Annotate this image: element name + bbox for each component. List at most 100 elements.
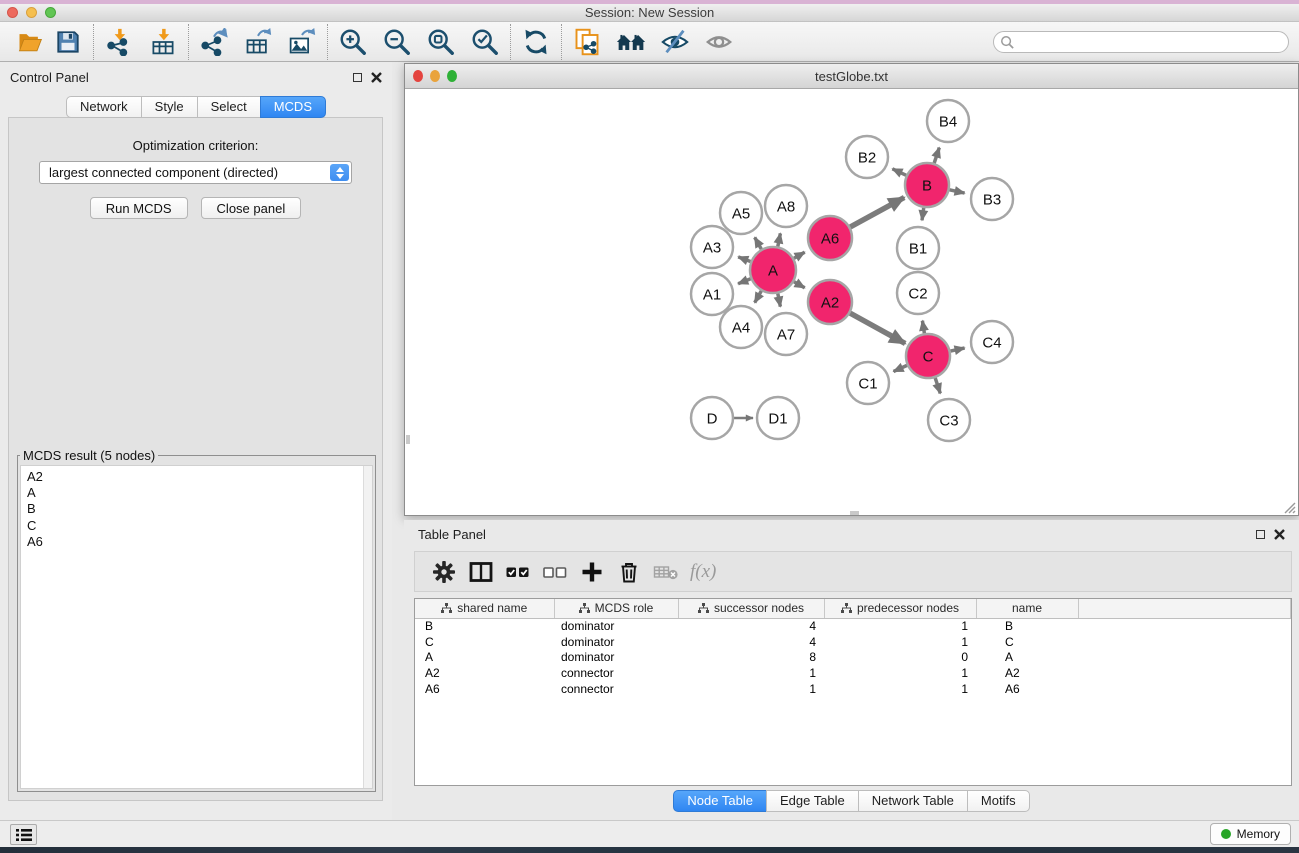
table-cell[interactable]: 8 — [678, 650, 824, 666]
table-cell[interactable]: B — [976, 618, 1078, 634]
table-cell[interactable]: A — [976, 650, 1078, 666]
minimize-network-button[interactable] — [430, 70, 440, 82]
mcds-result-item[interactable]: C — [21, 518, 372, 534]
edge-A-A1[interactable] — [738, 279, 751, 284]
table-cell[interactable]: 4 — [678, 618, 824, 634]
edge-C-C2[interactable] — [922, 321, 924, 334]
close-window-button[interactable] — [7, 7, 18, 18]
mcds-result-item[interactable]: B — [21, 501, 372, 517]
duplicate-network-icon[interactable] — [571, 25, 603, 59]
table-cell[interactable]: dominator — [554, 650, 678, 666]
task-history-button[interactable] — [10, 824, 37, 845]
table-cell[interactable]: C — [415, 634, 554, 650]
table-cell[interactable]: 1 — [678, 665, 824, 681]
import-table-icon[interactable] — [147, 25, 179, 59]
column-header-shared-name[interactable]: shared name — [415, 599, 554, 618]
table-cell[interactable]: 1 — [678, 681, 824, 697]
edge-A2-C[interactable] — [850, 313, 905, 343]
mcds-result-item[interactable]: A2 — [21, 469, 372, 485]
close-panel-button[interactable]: Close panel — [201, 197, 302, 219]
table-cell[interactable]: A2 — [415, 665, 554, 681]
tab-mcds[interactable]: MCDS — [260, 96, 326, 118]
edge-A-A7[interactable] — [778, 294, 781, 307]
tab-node-table[interactable]: Node Table — [673, 790, 767, 812]
column-header-mcds-role[interactable]: MCDS role — [554, 599, 678, 618]
refresh-icon[interactable] — [520, 25, 552, 59]
table-row[interactable]: A6connector11A6 — [415, 681, 1291, 697]
table-cell[interactable]: A6 — [415, 681, 554, 697]
close-network-button[interactable] — [413, 70, 423, 82]
column-layout-icon[interactable] — [462, 555, 499, 589]
list-scrollbar[interactable] — [363, 466, 372, 788]
show-graphics-icon[interactable] — [703, 25, 735, 59]
mcds-result-list[interactable]: A2ABCA6 — [20, 465, 373, 789]
edge-B-B2[interactable] — [892, 169, 906, 176]
table-row[interactable]: Bdominator41B — [415, 618, 1291, 634]
resize-grip-icon[interactable] — [1282, 500, 1296, 514]
mcds-result-item[interactable]: A6 — [21, 534, 372, 550]
save-icon[interactable] — [52, 25, 84, 59]
minimize-window-button[interactable] — [26, 7, 37, 18]
table-cell[interactable]: C — [976, 634, 1078, 650]
table-cell[interactable]: B — [415, 618, 554, 634]
zoom-in-icon[interactable] — [337, 25, 369, 59]
table-cell[interactable]: 1 — [824, 665, 976, 681]
memory-button[interactable]: Memory — [1210, 823, 1291, 845]
tab-select[interactable]: Select — [197, 96, 261, 118]
zoom-out-icon[interactable] — [381, 25, 413, 59]
table-cell[interactable]: 1 — [824, 618, 976, 634]
mcds-result-item[interactable]: A — [21, 485, 372, 501]
network-window-titlebar[interactable]: testGlobe.txt — [405, 64, 1298, 89]
edge-A-A5[interactable] — [755, 237, 762, 249]
table-cell[interactable]: A2 — [976, 665, 1078, 681]
settings-gear-icon[interactable] — [425, 555, 462, 589]
select-all-icon[interactable] — [499, 555, 536, 589]
table-cell[interactable]: A6 — [976, 681, 1078, 697]
run-mcds-button[interactable]: Run MCDS — [90, 197, 188, 219]
import-network-icon[interactable] — [103, 25, 135, 59]
close-panel-icon[interactable] — [371, 72, 382, 83]
tab-network[interactable]: Network — [66, 96, 142, 118]
export-table-icon[interactable] — [242, 25, 274, 59]
edge-A-A4[interactable] — [755, 291, 762, 303]
close-panel-icon[interactable] — [1274, 529, 1285, 540]
edge-B-B4[interactable] — [934, 148, 939, 164]
edge-A-A6[interactable] — [794, 252, 805, 258]
edge-A-A3[interactable] — [738, 257, 750, 262]
table-cell[interactable]: dominator — [554, 618, 678, 634]
column-header-successor-nodes[interactable]: successor nodes — [678, 599, 824, 618]
table-cell[interactable]: 0 — [824, 650, 976, 666]
table-cell[interactable]: 1 — [824, 681, 976, 697]
zoom-fit-icon[interactable] — [425, 25, 457, 59]
open-folder-icon[interactable] — [14, 25, 46, 59]
home-icon[interactable] — [615, 25, 647, 59]
hide-graphics-icon[interactable] — [659, 25, 691, 59]
deselect-all-icon[interactable] — [536, 555, 573, 589]
table-cell[interactable]: connector — [554, 665, 678, 681]
edge-B-B1[interactable] — [922, 208, 924, 221]
add-column-icon[interactable] — [573, 555, 610, 589]
export-network-icon[interactable] — [198, 25, 230, 59]
zoom-selected-icon[interactable] — [469, 25, 501, 59]
table-cell[interactable]: dominator — [554, 634, 678, 650]
edge-A-A8[interactable] — [778, 233, 781, 246]
tab-style[interactable]: Style — [141, 96, 198, 118]
zoom-window-button[interactable] — [45, 7, 56, 18]
tab-network-table[interactable]: Network Table — [858, 790, 968, 812]
network-canvas[interactable]: B4B2BB3B1A6A5A8A3AA1C2A2A4A7CC4C1C3DD1 — [406, 90, 1297, 515]
table-cell[interactable]: 4 — [678, 634, 824, 650]
table-cell[interactable]: 1 — [824, 634, 976, 650]
node-table[interactable]: shared nameMCDS rolesuccessor nodesprede… — [414, 598, 1292, 786]
column-header-name[interactable]: name — [976, 599, 1078, 618]
float-panel-icon[interactable] — [1256, 530, 1265, 539]
zoom-network-button[interactable] — [447, 70, 457, 82]
edge-A6-B[interactable] — [850, 198, 904, 228]
edge-C-C1[interactable] — [894, 365, 908, 371]
tab-motifs[interactable]: Motifs — [967, 790, 1030, 812]
export-image-icon[interactable] — [286, 25, 318, 59]
edge-C-C4[interactable] — [951, 348, 965, 351]
table-row[interactable]: A2connector11A2 — [415, 665, 1291, 681]
float-panel-icon[interactable] — [353, 73, 362, 82]
criterion-dropdown[interactable]: largest connected component (directed) — [39, 161, 352, 184]
table-row[interactable]: Cdominator41C — [415, 634, 1291, 650]
